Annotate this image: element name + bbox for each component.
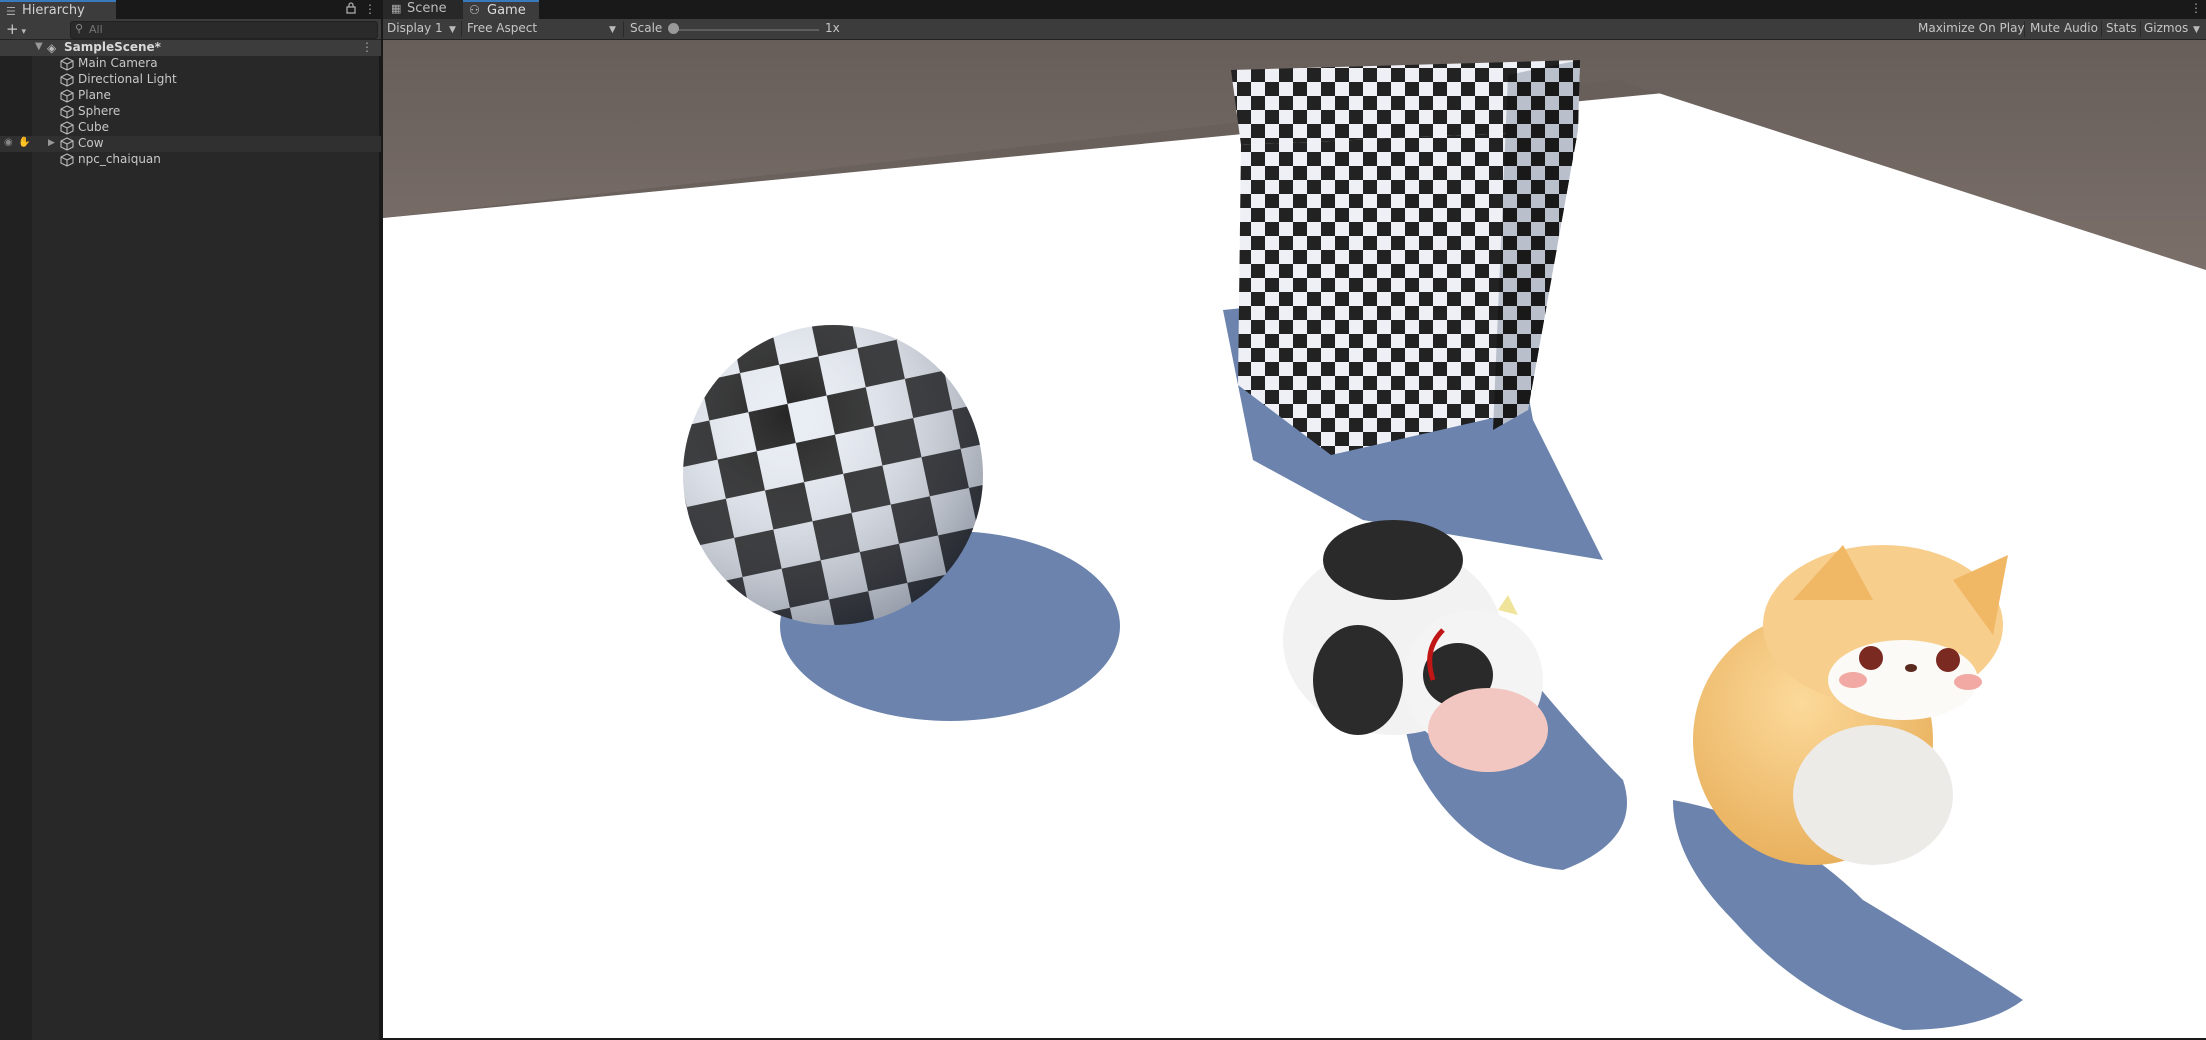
hierarchy-item[interactable]: ◉ ✋ ▶ Cow <box>0 136 381 152</box>
game-viewport[interactable] <box>383 40 2206 1038</box>
hierarchy-item-label: npc_chaiquan <box>78 152 161 166</box>
divider <box>2140 21 2141 37</box>
game-toolbar: Display 1 ▼ Free Aspect ▼ Scale 1x Maxim… <box>383 19 2206 40</box>
scale-slider-handle[interactable] <box>668 23 679 34</box>
hierarchy-item[interactable]: Main Camera <box>0 56 381 72</box>
add-gameobject-button[interactable]: + ▾ <box>6 20 26 38</box>
hierarchy-item-label: Cow <box>78 136 104 150</box>
hierarchy-tab[interactable]: ☰ Hierarchy <box>0 0 116 19</box>
divider <box>623 21 624 37</box>
kebab-icon[interactable]: ⋮ <box>364 2 376 16</box>
chevron-down-icon: ▼ <box>449 25 456 35</box>
grid-icon: ▦ <box>391 2 402 15</box>
hierarchy-search[interactable]: ⚲ <box>70 21 378 39</box>
hierarchy-item[interactable]: Sphere <box>0 104 381 120</box>
hierarchy-item-label: Plane <box>78 88 111 102</box>
divider <box>461 21 462 37</box>
stats-toggle[interactable]: Stats <box>2106 21 2137 35</box>
aspect-dropdown[interactable]: Free Aspect <box>467 21 537 35</box>
expand-triangle-icon[interactable]: ▶ <box>48 138 55 148</box>
list-icon: ☰ <box>6 5 16 18</box>
aspect-label: Free Aspect <box>467 21 538 35</box>
divider <box>2101 21 2102 37</box>
kebab-icon[interactable]: ⋮ <box>361 40 373 54</box>
game-tab-bar: ▦ Scene ⚇ Game ⋮ <box>383 0 2206 21</box>
hierarchy-toolbar: + ▾ ⚲ <box>0 19 381 40</box>
add-label: + <box>6 20 19 38</box>
gizmos-toggle[interactable]: Gizmos <box>2144 21 2188 35</box>
hierarchy-tab-label: Hierarchy <box>22 3 85 18</box>
cube-icon <box>60 121 74 135</box>
chevron-down-icon: ▼ <box>609 25 616 35</box>
hierarchy-tab-bar: ☰ Hierarchy ⋮ <box>0 0 381 19</box>
scale-label: Scale <box>630 21 663 35</box>
display-dropdown[interactable]: Display 1 <box>387 21 443 35</box>
hierarchy-item-label: Main Camera <box>78 56 158 70</box>
tab-game-label: Game <box>487 3 526 18</box>
tab-game[interactable]: ⚇ Game <box>463 0 539 21</box>
hierarchy-item-label: Directional Light <box>78 72 177 86</box>
cube-object <box>1231 60 1580 455</box>
scene-row[interactable]: ▼ ◈ SampleScene* ⋮ <box>0 40 381 56</box>
scene-name: SampleScene* <box>64 40 161 54</box>
search-icon: ⚲ <box>75 22 84 35</box>
hierarchy-item-label: Cube <box>78 120 109 134</box>
chevron-down-icon: ▾ <box>18 27 26 37</box>
hierarchy-gutter <box>0 40 32 1040</box>
tab-scene-label: Scene <box>407 1 447 16</box>
cube-icon <box>60 57 74 71</box>
cube-icon <box>60 73 74 87</box>
chevron-down-icon[interactable]: ▼ <box>2193 21 2200 35</box>
hierarchy-item-label: Sphere <box>78 104 121 118</box>
hierarchy-item[interactable]: Plane <box>0 88 381 104</box>
display-label: Display 1 <box>387 21 443 35</box>
maximize-on-play-toggle[interactable]: Maximize On Play <box>1918 21 2025 35</box>
eye-icon[interactable]: ◉ <box>4 137 13 148</box>
tab-scene[interactable]: ▦ Scene <box>383 0 463 19</box>
hand-icon[interactable]: ✋ <box>18 137 30 148</box>
scale-value: 1x <box>825 21 840 35</box>
search-input[interactable] <box>89 22 359 37</box>
lock-icon[interactable] <box>346 2 356 17</box>
mute-audio-toggle[interactable]: Mute Audio <box>2030 21 2098 35</box>
sphere-object <box>683 325 983 625</box>
expand-triangle-icon[interactable]: ▼ <box>35 41 43 52</box>
divider <box>2024 21 2025 37</box>
cube-icon <box>60 89 74 103</box>
cube-icon <box>60 137 74 151</box>
scene-render <box>383 40 2206 1038</box>
cube-icon <box>60 153 74 167</box>
gamepad-icon: ⚇ <box>469 3 480 17</box>
cube-icon <box>60 105 74 119</box>
hierarchy-item[interactable]: Directional Light <box>0 72 381 88</box>
kebab-icon[interactable]: ⋮ <box>2190 1 2202 15</box>
scale-slider-track[interactable] <box>671 29 819 31</box>
hierarchy-item[interactable]: npc_chaiquan <box>0 152 381 168</box>
unity-scene-icon: ◈ <box>47 41 57 55</box>
hierarchy-item[interactable]: Cube <box>0 120 381 136</box>
